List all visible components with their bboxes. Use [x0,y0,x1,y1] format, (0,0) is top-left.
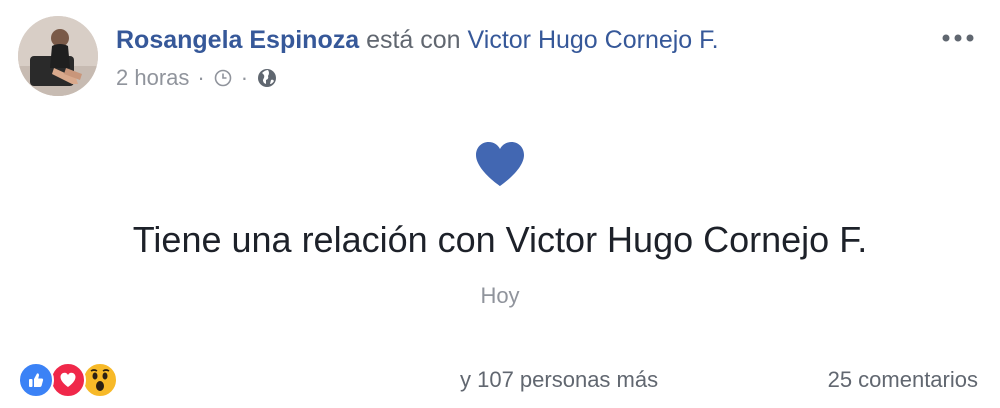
post-timestamp-link[interactable]: 2 horas [116,64,189,92]
globe-icon[interactable] [256,67,278,89]
tagged-person-link[interactable]: Victor Hugo Cornejo F. [468,26,719,54]
meta-separator: · [197,65,205,90]
author-name-link[interactable]: Rosangela Espinoza [116,26,359,54]
more-options-button[interactable] [938,26,978,50]
life-event-date: Hoy [480,283,520,308]
author-line: Rosangela Espinoza está con Victor Hugo … [116,24,719,56]
life-event-title: Tiene una relación con Victor Hugo Corne… [132,219,868,260]
avatar-photo [18,16,98,96]
meta-separator-2: · [240,65,249,90]
post-meta: 2 horas · · [116,64,278,92]
reactions-summary[interactable] [18,362,118,398]
love-reaction-icon [50,362,86,398]
comments-count-link[interactable]: 25 comentarios [828,366,978,394]
reactions-people-link[interactable]: y 107 personas más [460,366,658,394]
clock-icon [213,68,233,88]
wow-reaction-icon [82,362,118,398]
like-reaction-icon [18,362,54,398]
post-footer: y 107 personas más 25 comentarios [18,360,982,400]
more-options-icon [942,34,974,42]
with-verb: está con [366,26,461,54]
post-header: Rosangela Espinoza está con Victor Hugo … [18,16,982,100]
avatar[interactable] [18,16,98,96]
life-event-card: Tiene una relación con Victor Hugo Corne… [0,140,1000,310]
heart-icon [476,142,524,186]
